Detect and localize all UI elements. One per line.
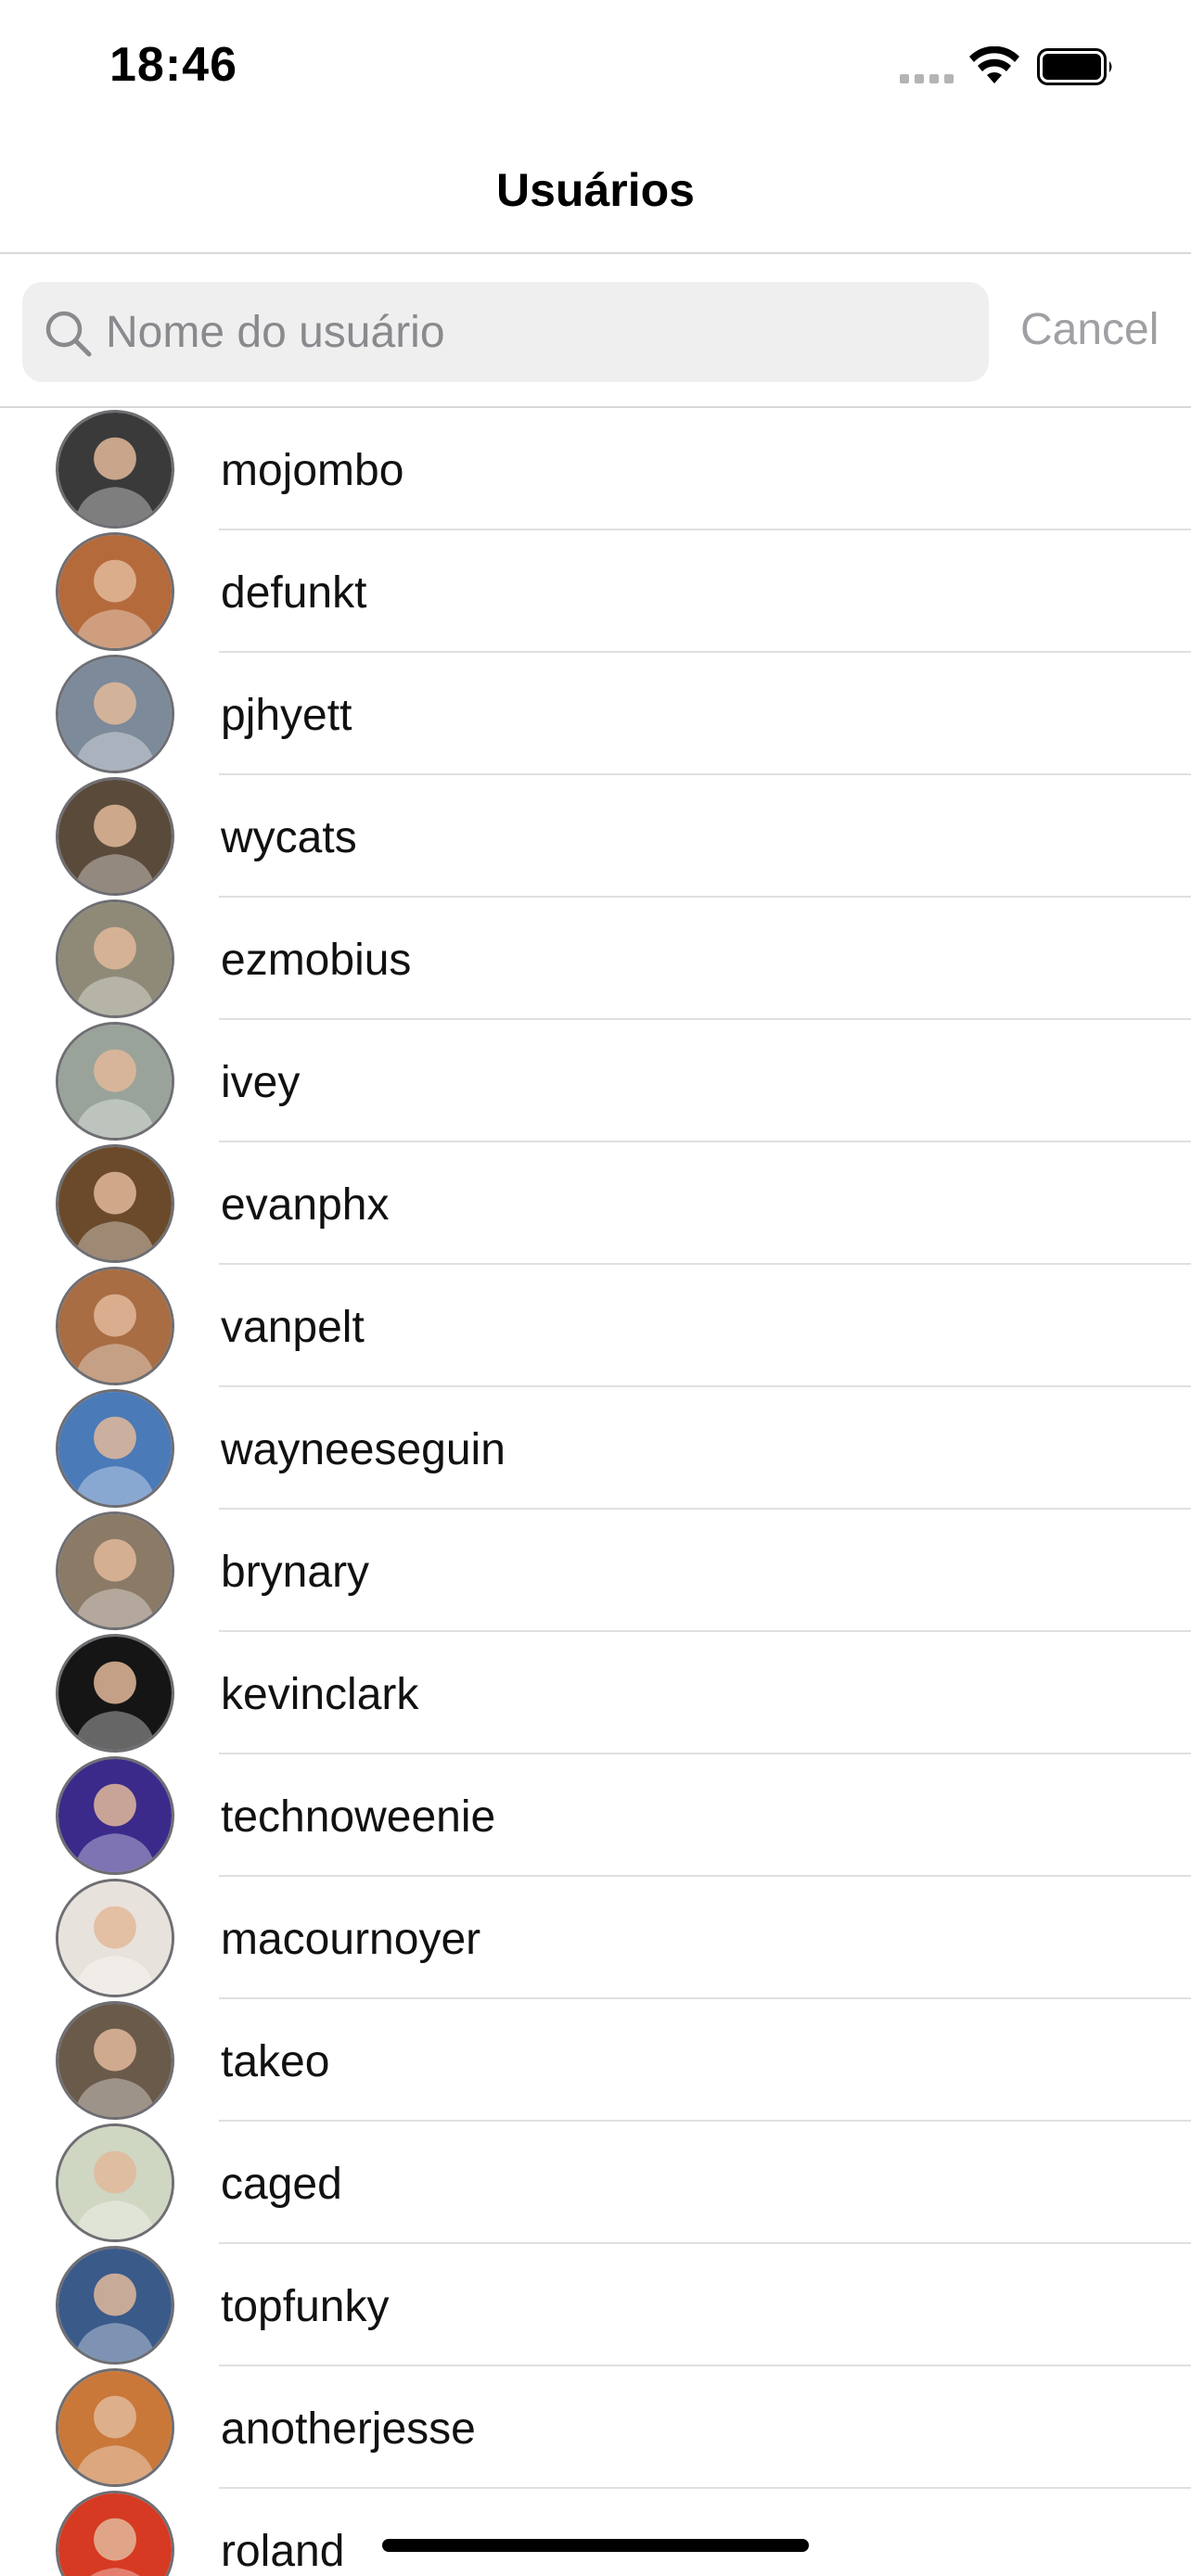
- user-row[interactable]: topfunky: [0, 2244, 1191, 2366]
- cellular-signal-icon: [900, 74, 955, 83]
- username-label: evanphx: [221, 1180, 390, 1230]
- avatar: [56, 1144, 174, 1263]
- username-label: roland: [221, 2527, 345, 2576]
- user-row[interactable]: technoweenie: [0, 1754, 1191, 1877]
- username-label: wycats: [221, 813, 357, 862]
- search-bar: Cancel: [0, 254, 1191, 408]
- user-row[interactable]: macournoyer: [0, 1877, 1191, 1999]
- wifi-icon: [969, 46, 1019, 83]
- user-row[interactable]: roland: [0, 2489, 1191, 2576]
- avatar: [56, 532, 174, 651]
- search-field[interactable]: [22, 282, 989, 382]
- username-label: topfunky: [221, 2282, 390, 2331]
- user-row[interactable]: wycats: [0, 775, 1191, 898]
- username-label: pjhyett: [221, 691, 352, 740]
- avatar: [56, 1267, 174, 1385]
- search-icon: [45, 311, 92, 357]
- user-row[interactable]: evanphx: [0, 1142, 1191, 1265]
- avatar: [56, 2368, 174, 2487]
- username-label: technoweenie: [221, 1792, 496, 1842]
- username-label: anotherjesse: [221, 2404, 476, 2454]
- avatar: [56, 1756, 174, 1875]
- username-label: mojombo: [221, 446, 404, 495]
- user-row[interactable]: ezmobius: [0, 898, 1191, 1020]
- battery-icon: [1037, 48, 1112, 85]
- avatar: [56, 2246, 174, 2365]
- avatar: [56, 1511, 174, 1630]
- username-label: vanpelt: [221, 1303, 365, 1352]
- status-time: 18:46: [109, 38, 237, 92]
- user-row[interactable]: mojombo: [0, 408, 1191, 530]
- username-label: macournoyer: [221, 1915, 481, 1964]
- user-row[interactable]: defunkt: [0, 530, 1191, 653]
- username-label: takeo: [221, 2037, 330, 2086]
- status-bar: 18:46: [0, 0, 1191, 139]
- username-label: brynary: [221, 1548, 370, 1597]
- user-row[interactable]: wayneeseguin: [0, 1387, 1191, 1510]
- username-label: kevinclark: [221, 1670, 419, 1719]
- user-list: mojombo defunkt pjhyett wycats ezmobius ivey e…: [0, 408, 1191, 2576]
- user-row[interactable]: anotherjesse: [0, 2366, 1191, 2489]
- username-label: caged: [221, 2160, 342, 2209]
- avatar: [56, 1879, 174, 1997]
- avatar: [56, 2001, 174, 2120]
- avatar: [56, 1634, 174, 1753]
- user-row[interactable]: pjhyett: [0, 653, 1191, 775]
- avatar: [56, 655, 174, 773]
- page-title: Usuários: [496, 164, 695, 216]
- user-row[interactable]: ivey: [0, 1020, 1191, 1142]
- avatar: [56, 899, 174, 1018]
- avatar: [56, 410, 174, 529]
- avatar: [56, 777, 174, 896]
- user-row[interactable]: caged: [0, 2122, 1191, 2244]
- avatar: [56, 1389, 174, 1508]
- avatar: [56, 1022, 174, 1141]
- user-row[interactable]: vanpelt: [0, 1265, 1191, 1387]
- username-label: ivey: [221, 1058, 301, 1107]
- home-indicator: [382, 2539, 809, 2552]
- search-input[interactable]: [106, 282, 968, 382]
- user-row[interactable]: brynary: [0, 1510, 1191, 1632]
- user-row[interactable]: takeo: [0, 1999, 1191, 2122]
- cancel-button[interactable]: Cancel: [1020, 304, 1159, 355]
- username-label: wayneeseguin: [221, 1425, 506, 1474]
- username-label: defunkt: [221, 568, 367, 618]
- avatar: [56, 2491, 174, 2576]
- user-row[interactable]: kevinclark: [0, 1632, 1191, 1754]
- username-label: ezmobius: [221, 936, 412, 985]
- avatar: [56, 2123, 174, 2242]
